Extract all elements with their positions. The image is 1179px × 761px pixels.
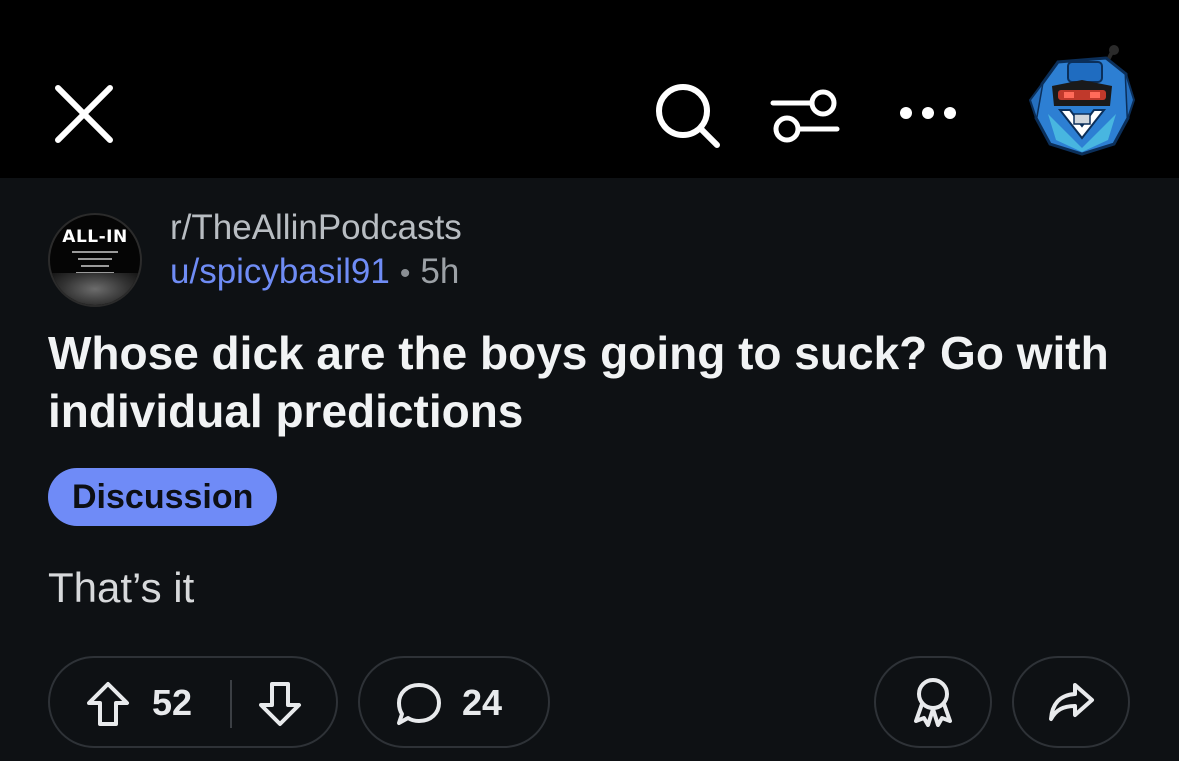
post-body: That’s it xyxy=(48,564,195,611)
robot-avatar-icon xyxy=(1028,45,1136,156)
upvote-count: 52 xyxy=(152,682,193,723)
share-button[interactable] xyxy=(1012,656,1130,748)
search-icon xyxy=(656,84,720,148)
post-age: 5h xyxy=(420,252,460,291)
post-content: ALL-IN r/TheAllinPodcasts u/spicybasil91… xyxy=(0,178,1179,761)
more-options-button[interactable] xyxy=(890,90,966,136)
top-bar xyxy=(0,0,1179,178)
comments-button[interactable]: 24 xyxy=(358,656,550,748)
comment-icon xyxy=(397,683,441,725)
subreddit-name-link[interactable]: r/TheAllinPodcasts xyxy=(170,208,462,248)
arrow-down-icon xyxy=(259,682,301,726)
sliders-icon xyxy=(770,89,840,143)
subreddit-logo-text: ALL-IN xyxy=(62,227,128,247)
award-icon xyxy=(914,678,952,727)
meta-separator: • xyxy=(399,257,411,290)
upvote-button[interactable] xyxy=(84,680,132,728)
post-title: Whose dick are the boys going to suck? G… xyxy=(48,327,1109,437)
vote-divider xyxy=(230,680,232,728)
award-button[interactable] xyxy=(874,656,992,748)
comment-count: 24 xyxy=(462,682,503,723)
post-meta: u/spicybasil91 • 5h xyxy=(170,252,459,292)
close-icon xyxy=(55,85,113,143)
filter-button[interactable] xyxy=(766,80,844,150)
share-icon xyxy=(1049,683,1094,721)
author-link[interactable]: u/spicybasil91 xyxy=(170,252,390,291)
poker-table-image xyxy=(50,273,140,305)
arrow-up-icon xyxy=(87,682,129,726)
subreddit-avatar[interactable]: ALL-IN xyxy=(48,213,142,307)
post-flair[interactable]: Discussion xyxy=(48,468,278,526)
user-avatar-button[interactable] xyxy=(1028,44,1136,158)
vote-bar: 52 xyxy=(48,656,338,748)
search-button[interactable] xyxy=(648,76,726,154)
more-horizontal-icon xyxy=(900,107,956,119)
comment-bubble xyxy=(394,680,444,728)
close-button[interactable] xyxy=(46,76,122,152)
downvote-button[interactable] xyxy=(256,680,304,728)
